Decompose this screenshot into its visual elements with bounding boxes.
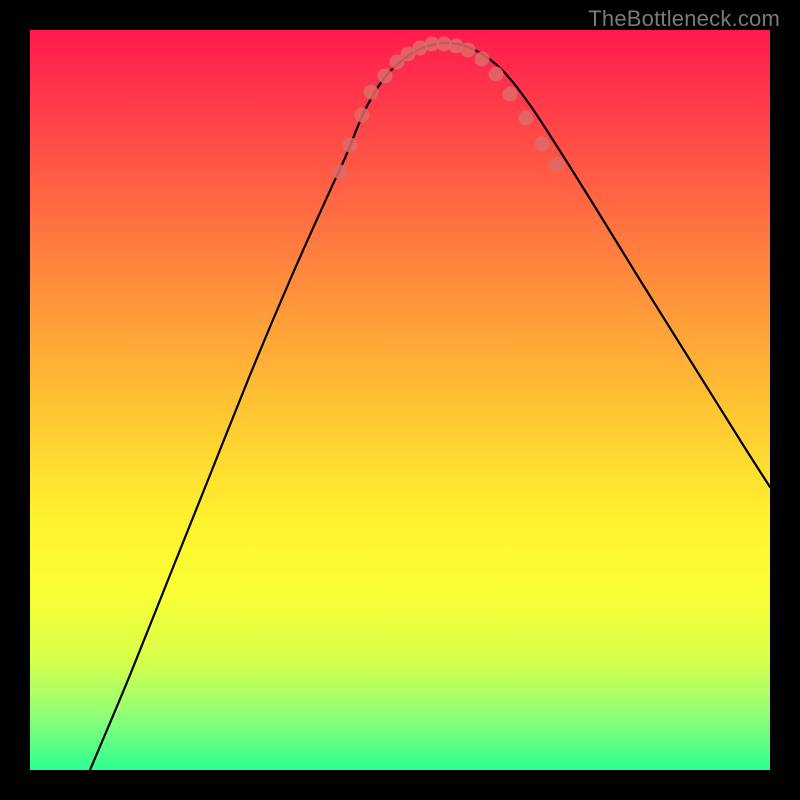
- gradient-background: [30, 30, 770, 770]
- plot-frame: [30, 30, 770, 770]
- watermark-text: TheBottleneck.com: [588, 6, 780, 32]
